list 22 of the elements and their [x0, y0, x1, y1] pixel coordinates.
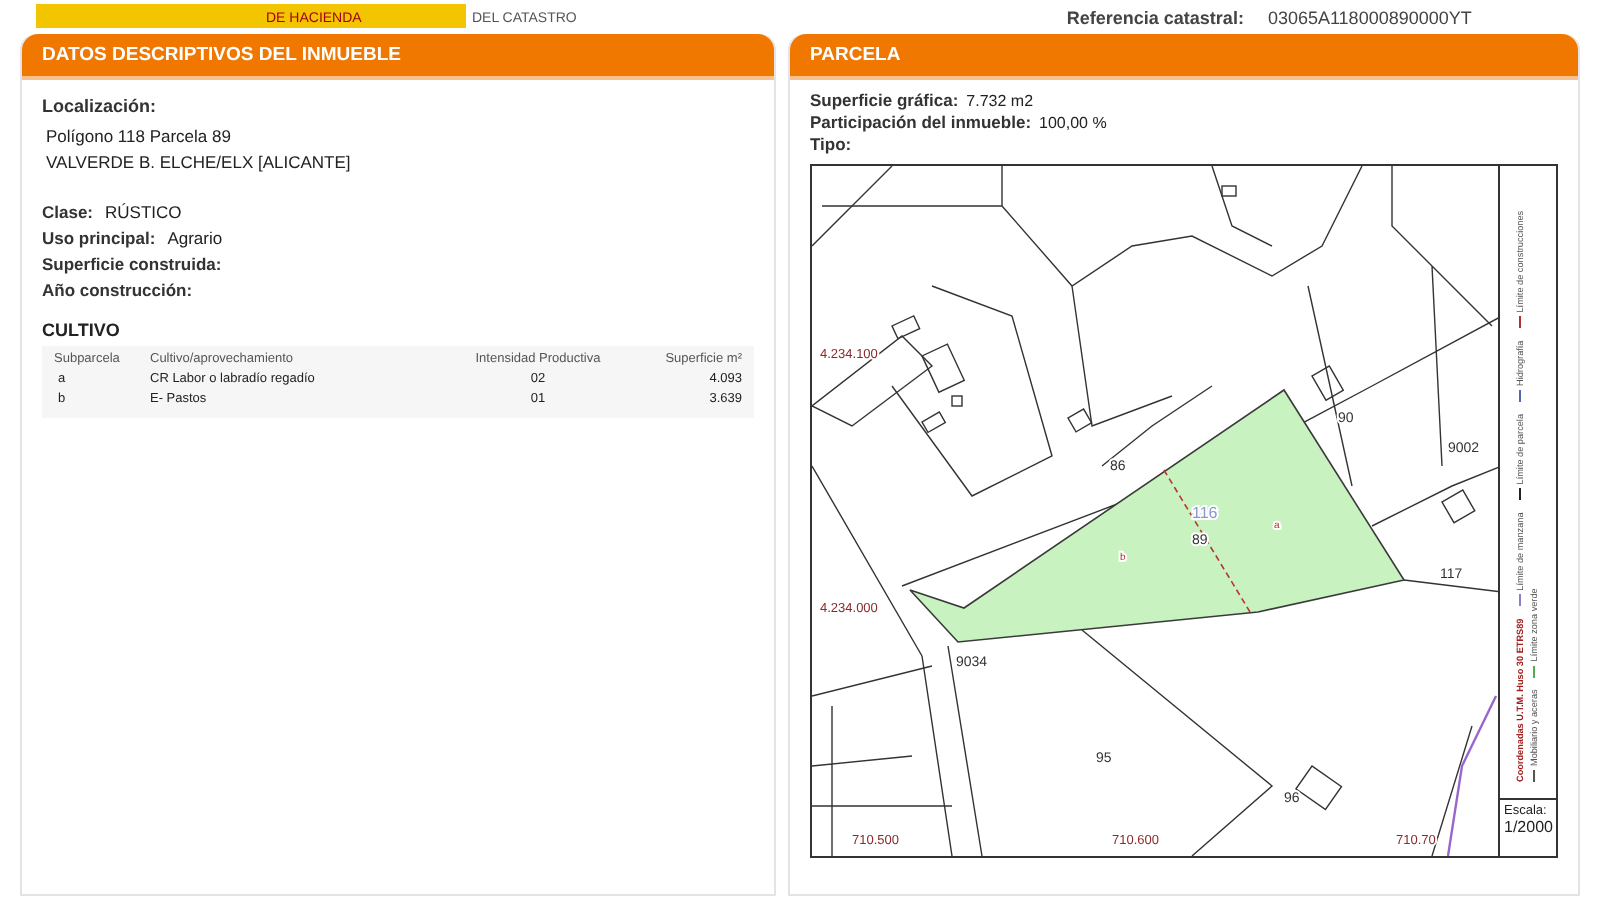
panel-header: DATOS DESCRIPTIVOS DEL INMUEBLE	[22, 34, 774, 80]
panel-header: PARCELA	[790, 34, 1578, 80]
location-label: Localización:	[42, 96, 159, 116]
field-label: Superficie construida:	[42, 254, 222, 274]
field-label: Año construcción:	[42, 280, 193, 300]
reference-label: Referencia catastral:	[1066, 10, 1244, 28]
field-value: Agrario	[167, 228, 223, 248]
field-label: Clase:	[42, 202, 94, 222]
field-label: Participación del inmueble:	[810, 112, 1032, 132]
location-text: Polígono 118 Parcela 89	[46, 124, 233, 150]
field-label: Tipo:	[810, 134, 852, 154]
section-title: CULTIVO	[42, 320, 122, 340]
field-value: 7.732 m2	[966, 92, 1034, 110]
field-value: RÚSTICO	[105, 202, 182, 222]
scale-value: 1/2000	[1504, 818, 1553, 836]
field-label: Uso principal:	[42, 228, 156, 248]
map-label: 116	[1192, 504, 1218, 522]
reference-value: 03065A118000890000YT	[1267, 10, 1472, 28]
field-value: 100,00 %	[1039, 114, 1107, 132]
subparcel-line	[1163, 469, 1251, 613]
location-text: VALVERDE B. ELCHE/ELX [ALICANTE]	[46, 150, 353, 176]
field-label: Superficie gráfica:	[810, 90, 959, 110]
